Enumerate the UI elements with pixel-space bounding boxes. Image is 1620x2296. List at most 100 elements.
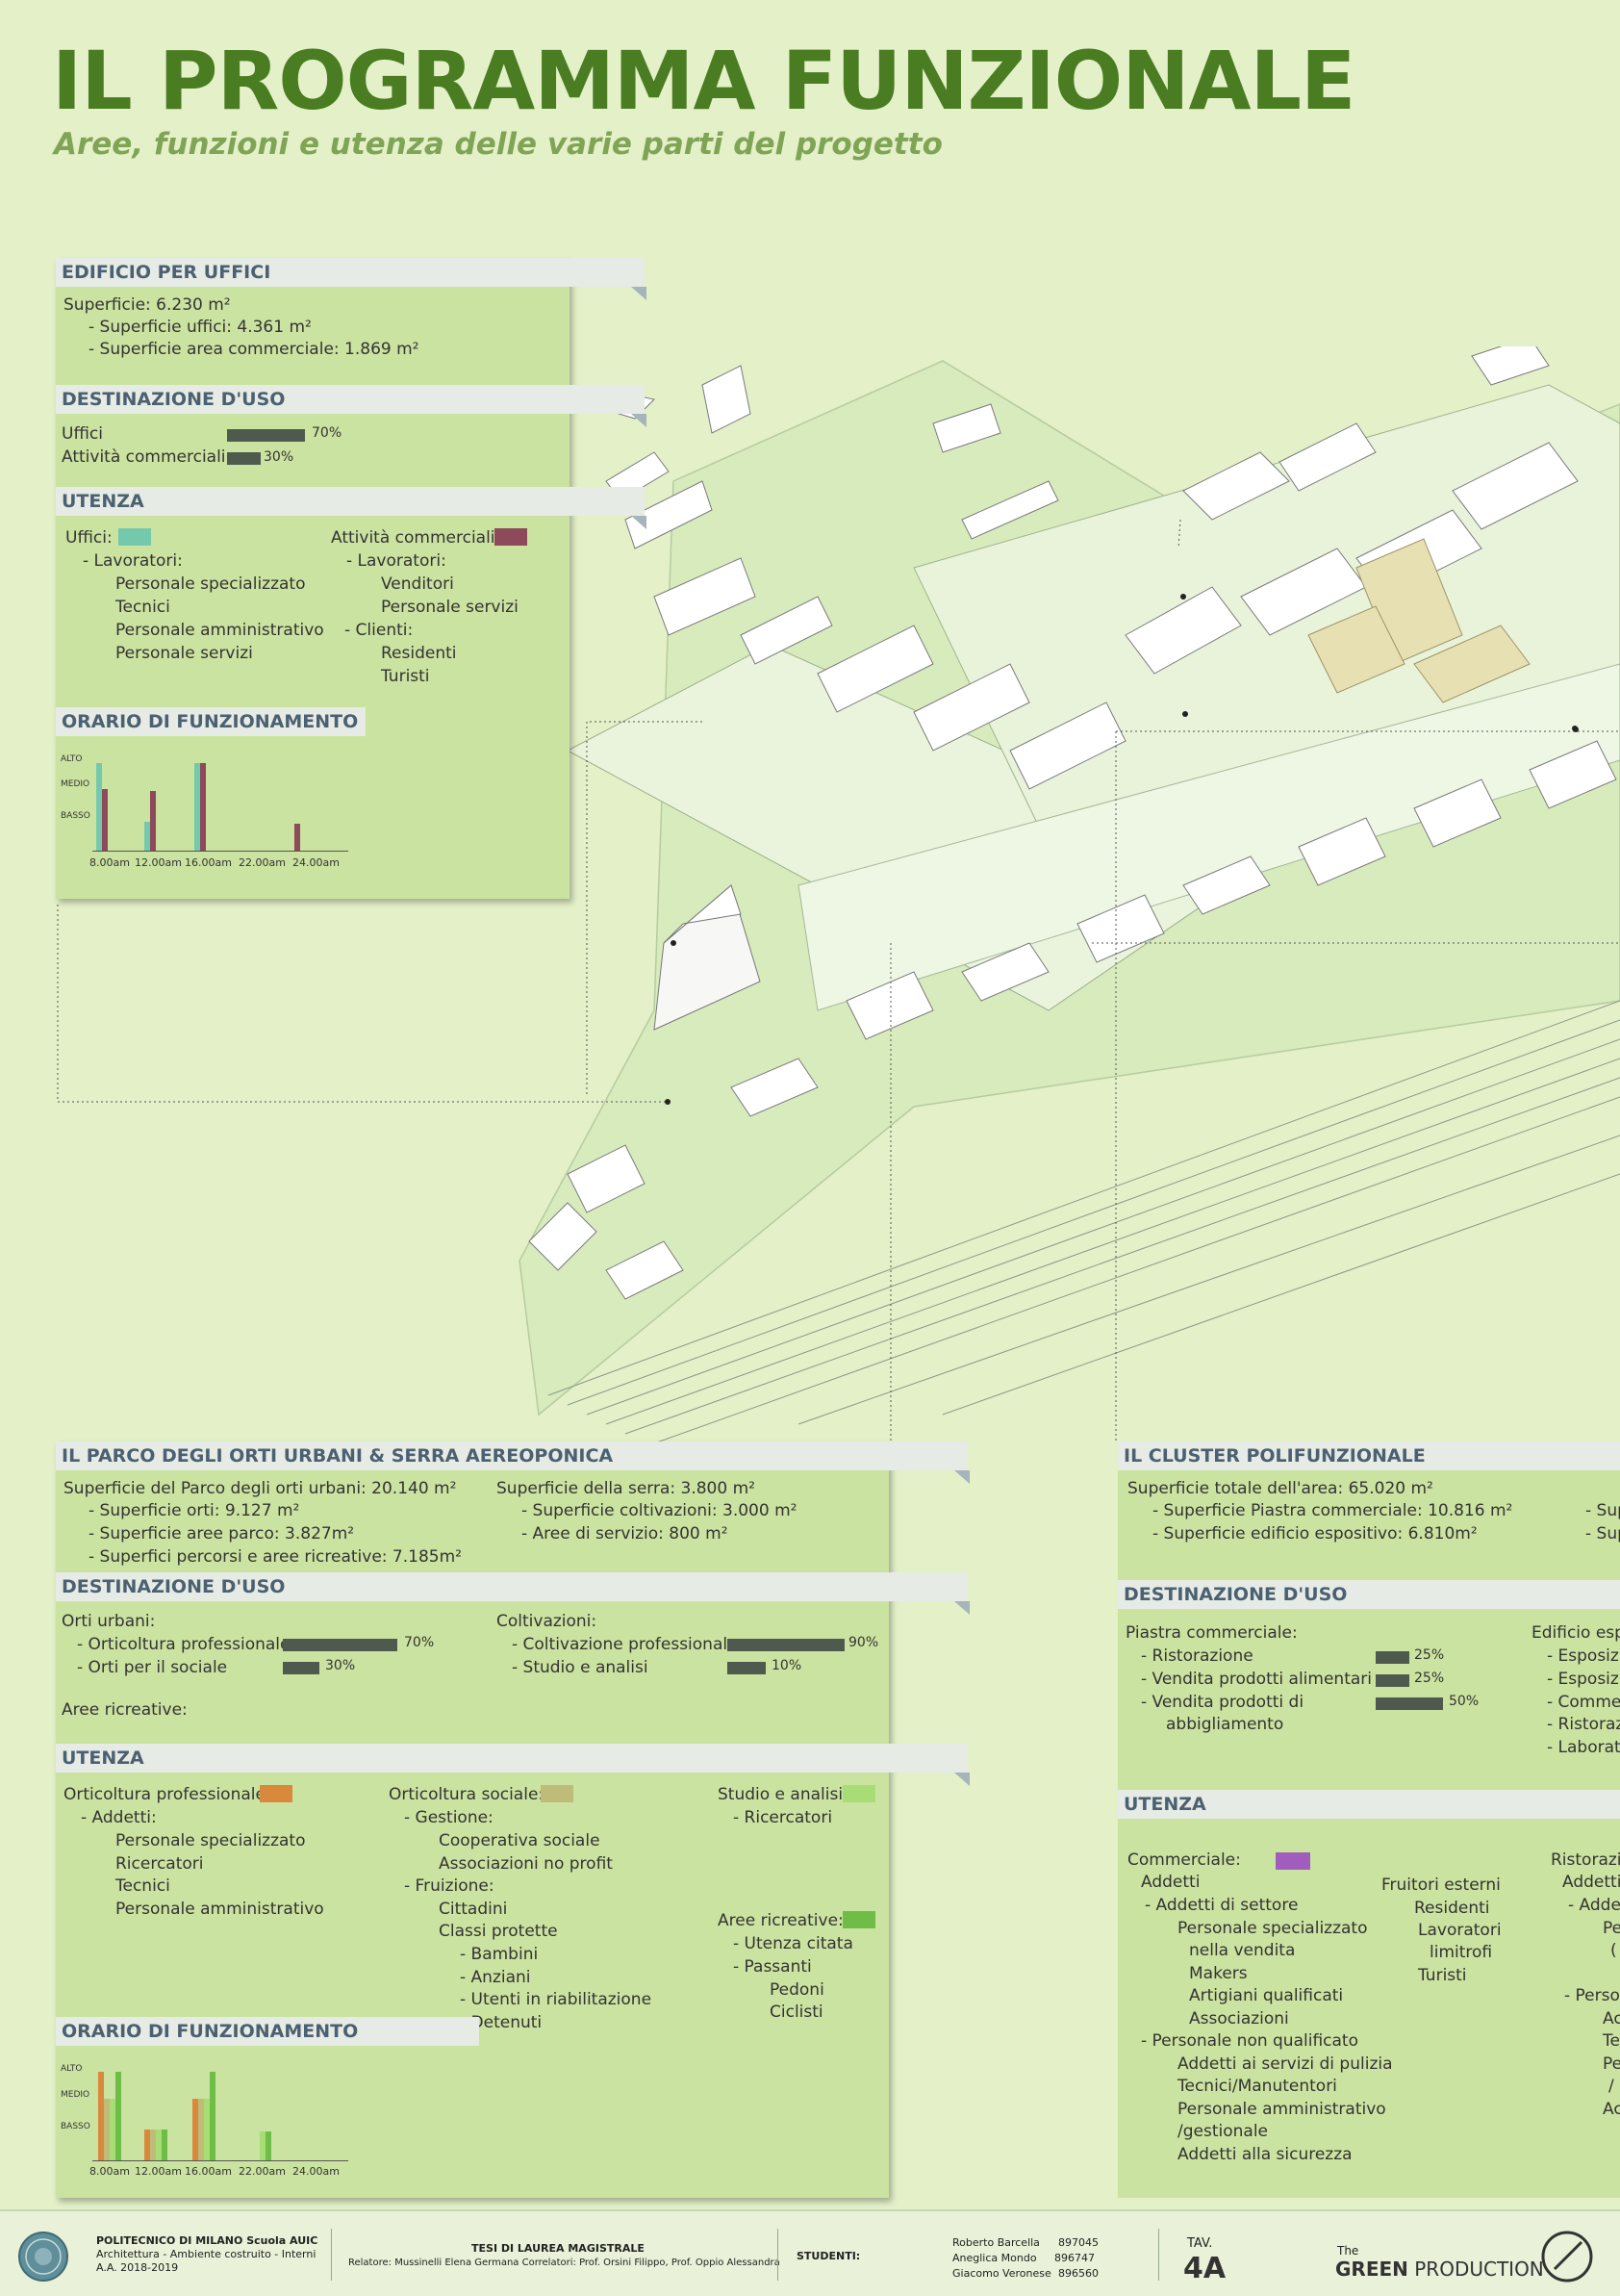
cluster-comm-item: Tecnici/Manutentori bbox=[1177, 2077, 1337, 2096]
cluster-superficie-espositivo: - Superficie edificio espositivo: 6.810m… bbox=[1152, 1524, 1478, 1543]
cluster-comm-item: Associazioni bbox=[1189, 2009, 1289, 2028]
uffici-utenza-item: Personale amministrativo bbox=[115, 621, 324, 640]
cluster-edif-title: Edificio espo bbox=[1531, 1623, 1620, 1643]
cluster-fruit-item: Turisti bbox=[1418, 1966, 1467, 1985]
chart-level-label: MEDIO bbox=[61, 2090, 90, 2100]
cluster-comm-item: Makers bbox=[1189, 1964, 1248, 1983]
parco-superficie-orti: - Superficie orti: 9.127 m² bbox=[89, 1501, 300, 1520]
parco-c1-l1: - Addetti: bbox=[81, 1808, 157, 1827]
parco-c2-l2: - Fruizione: bbox=[404, 1876, 494, 1896]
cluster-rist-l2: - Adde bbox=[1568, 1896, 1620, 1915]
parco-c4-title: Aree ricreative: bbox=[718, 1911, 844, 1930]
chart-time-label: 12.00am bbox=[135, 856, 182, 869]
uffici-use-pct-1: 70% bbox=[312, 425, 342, 441]
cluster-rist-item: Pe bbox=[1603, 2054, 1620, 2074]
parco-swatch-khaki bbox=[541, 1785, 573, 1802]
chart-time-label: 8.00am bbox=[89, 856, 130, 869]
footer-thesis: TESI DI LAUREA MAGISTRALE bbox=[471, 2242, 645, 2255]
footer-brand-the: The bbox=[1337, 2244, 1359, 2258]
cluster-comm-item: Personale amministrativo bbox=[1177, 2100, 1386, 2119]
parco-c1-item: Tecnici bbox=[115, 1876, 170, 1896]
cluster-use-label-cont: abbigliamento bbox=[1166, 1715, 1284, 1734]
cluster-comm-item: Addetti alla sicurezza bbox=[1177, 2145, 1353, 2164]
parco-c2-item: Classi protette bbox=[439, 1922, 558, 1941]
chart-bar bbox=[200, 763, 206, 851]
footer-divider bbox=[1158, 2229, 1159, 2281]
parco-c1-item: Ricercatori bbox=[115, 1854, 204, 1874]
chart-level-label: ALTO bbox=[61, 754, 83, 764]
cluster-rist-item: - Perso bbox=[1564, 1986, 1620, 2005]
cluster-utenza-header: UTENZA bbox=[1118, 1790, 1620, 1819]
cluster-rist-item: Pe bbox=[1603, 1919, 1620, 1938]
serra-servizio: - Aree di servizio: 800 m² bbox=[521, 1524, 728, 1543]
cluster-comm-l1: Addetti bbox=[1141, 1873, 1201, 1892]
cluster-comm-item: Personale specializzato bbox=[1177, 1919, 1368, 1938]
uffici-utenza-header: UTENZA bbox=[56, 487, 646, 529]
footer-student-id: 896560 bbox=[1058, 2267, 1099, 2280]
chart-level-label: BASSO bbox=[61, 2122, 90, 2131]
cluster-comm-item: Artigiani qualificati bbox=[1189, 1986, 1344, 2005]
chart-time-label: 16.00am bbox=[185, 2165, 232, 2178]
uffici-use-label-1: Uffici bbox=[62, 424, 103, 444]
parco-c1-title: Orticoltura professionale: bbox=[63, 1785, 271, 1804]
cluster-comm-item: Addetti ai servizi di pulizia bbox=[1177, 2054, 1393, 2074]
footer-year: A.A. 2018-2019 bbox=[96, 2261, 179, 2274]
parco-c1-item: Personale amministrativo bbox=[115, 1900, 324, 1919]
cluster-rist-l1: Addetti bbox=[1562, 1873, 1620, 1892]
footer-relatore: Relatore: Mussinelli Elena Germana Corre… bbox=[348, 2258, 780, 2268]
cluster-destinazione-header: DESTINAZIONE D'USO bbox=[1118, 1580, 1620, 1609]
parco-use-label: - Studio e analisi bbox=[512, 1658, 648, 1677]
footer-student-id: 897045 bbox=[1058, 2236, 1099, 2249]
uffici-use-bar-2 bbox=[227, 452, 261, 465]
cluster-fruit-item: Lavoratori bbox=[1418, 1921, 1502, 1940]
cluster-edif-item: - Comme bbox=[1547, 1693, 1620, 1712]
parco-c2-item: Cooperativa sociale bbox=[439, 1831, 600, 1850]
uffici-swatch-teal bbox=[118, 528, 151, 546]
cluster-piastra-title: Piastra commerciale: bbox=[1126, 1623, 1298, 1643]
uffici-utenza-lavoratori: - Lavoratori: bbox=[83, 551, 183, 571]
cluster-rist-item: ( bbox=[1610, 1941, 1617, 1960]
chart-time-label: 22.00am bbox=[239, 856, 286, 869]
footer-university: POLITECNICO DI MILANO bbox=[96, 2234, 243, 2247]
parco-c2-item: Associazioni no profit bbox=[439, 1854, 613, 1874]
cluster-header: IL CLUSTER POLIFUNZIONALE bbox=[1118, 1441, 1620, 1470]
uffici-utenza-uffici-title: Uffici: bbox=[65, 528, 113, 548]
parco-c1-item: Personale specializzato bbox=[115, 1831, 306, 1850]
cluster-superficie-cut: - Sup bbox=[1585, 1501, 1620, 1520]
cluster-use-label: - Vendita prodotti alimentari bbox=[1141, 1670, 1372, 1689]
chart-time-label: 24.00am bbox=[292, 856, 340, 869]
footer: POLITECNICO DI MILANO Scuola AUIC Archit… bbox=[0, 2209, 1620, 2296]
parco-c4-l2: - Passanti bbox=[733, 1957, 812, 1977]
chart-bar bbox=[294, 824, 300, 851]
parco-superficie-parco: - Superficie aree parco: 3.827m² bbox=[89, 1524, 355, 1543]
parco-c4-item: Ciclisti bbox=[770, 2003, 823, 2022]
chart-level-label: MEDIO bbox=[61, 779, 90, 789]
cluster-use-bar bbox=[1376, 1651, 1409, 1664]
uffici-utenza-clienti: - Clienti: bbox=[344, 621, 414, 640]
chart-time-label: 24.00am bbox=[292, 2165, 340, 2178]
parco-c2-item: - Utenti in riabilitazione bbox=[460, 1990, 652, 2009]
cluster-comm-item: nella vendita bbox=[1189, 1941, 1296, 1960]
parco-use-bar bbox=[283, 1662, 319, 1674]
parco-header: IL PARCO DEGLI ORTI URBANI & SERRA AEREO… bbox=[56, 1441, 970, 1484]
cluster-fruit-title: Fruitori esterni bbox=[1381, 1875, 1501, 1895]
cluster-comm-title: Commerciale: bbox=[1127, 1850, 1241, 1870]
footer-tav-label: TAV. bbox=[1187, 2236, 1213, 2251]
parco-panel: IL PARCO DEGLI ORTI URBANI & SERRA AEREO… bbox=[56, 1441, 970, 2198]
cluster-superficie-piastra: - Superficie Piastra commerciale: 10.816… bbox=[1152, 1501, 1513, 1520]
parco-hours-chart bbox=[92, 2065, 348, 2161]
uffici-use-bar-1 bbox=[227, 429, 305, 442]
parco-c2-l1: - Gestione: bbox=[404, 1808, 494, 1827]
parco-use-label: - Orti per il sociale bbox=[77, 1658, 228, 1677]
uffici-utenza-item: Turisti bbox=[381, 667, 430, 686]
cluster-comm-l3: - Personale non qualificato bbox=[1141, 2031, 1358, 2051]
uffici-superficie-uffici: - Superficie uffici: 4.361 m² bbox=[89, 318, 312, 337]
chart-level-label: BASSO bbox=[61, 811, 90, 821]
cluster-rist-item: Tec bbox=[1603, 2031, 1620, 2051]
uffici-utenza-item: Personale servizi bbox=[115, 644, 253, 663]
parco-aree-ricreative: Aree ricreative: bbox=[62, 1700, 188, 1720]
uffici-swatch-maroon bbox=[494, 528, 527, 546]
cluster-use-label: - Ristorazione bbox=[1141, 1646, 1253, 1666]
parco-c4-l1: - Utenza citata bbox=[733, 1934, 853, 1953]
footer-student-name: Giacomo Veronese bbox=[952, 2267, 1051, 2280]
